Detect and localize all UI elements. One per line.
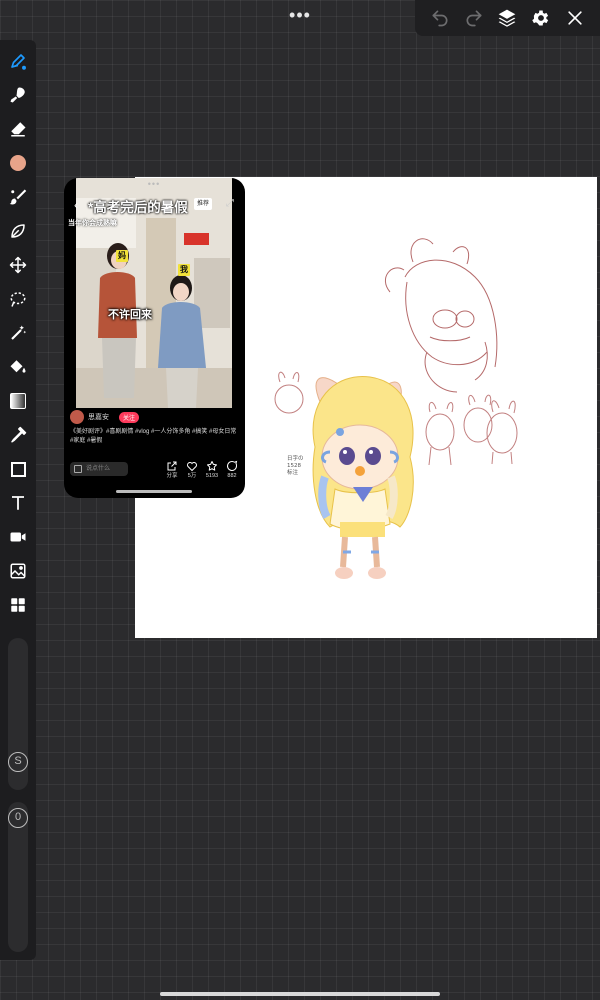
magic-wand-icon xyxy=(11,325,27,340)
leaf-icon xyxy=(11,224,25,238)
sketch-note-line: 1528 xyxy=(287,463,301,469)
more-menu-button[interactable]: ••• xyxy=(284,6,316,24)
video-description: 《美好剧评》#喜剧剧情 #vlog #一人分饰多角 #搞笑 #母女日常 #家庭 … xyxy=(70,429,237,444)
lasso-tool[interactable] xyxy=(5,286,31,312)
sketch-note-line: 日字の xyxy=(287,454,304,462)
smudge-icon xyxy=(10,87,25,103)
expand-icon[interactable]: ⤢ xyxy=(226,198,234,209)
comment-count: 882 xyxy=(227,473,237,479)
comment-icon xyxy=(227,460,238,471)
text-icon xyxy=(12,496,24,510)
opacity-slider-label: 0 xyxy=(8,808,28,828)
video-tag: 推荐 xyxy=(194,198,212,210)
sketch-note-line: 标注 xyxy=(287,468,299,476)
fill-tool[interactable] xyxy=(5,354,31,380)
grid-icon xyxy=(11,598,25,612)
share-icon xyxy=(167,461,177,471)
author-name[interactable]: 思嘉安 xyxy=(88,412,109,422)
favorite-button[interactable]: 5193 xyxy=(202,460,222,480)
image-icon xyxy=(10,563,26,579)
eraser-tool[interactable] xyxy=(5,116,31,142)
star-icon xyxy=(207,461,217,471)
video-tool[interactable] xyxy=(5,524,31,550)
transform-tool[interactable] xyxy=(5,252,31,278)
like-count: 5万 xyxy=(187,473,197,479)
gear-icon[interactable] xyxy=(529,6,553,30)
size-slider-label: S xyxy=(8,752,28,772)
sketch-main-character xyxy=(312,375,414,579)
home-indicator[interactable] xyxy=(160,992,440,996)
tool-sidebar: S 0 xyxy=(0,40,36,960)
move-arrows-icon xyxy=(9,256,27,274)
video-title: *高考完后的暑假 xyxy=(88,200,188,215)
follow-button[interactable]: 关注 xyxy=(119,411,140,423)
edit-icon xyxy=(74,465,82,473)
eyedropper-icon xyxy=(11,426,27,443)
action-bar: 分享 5万 5193 882 xyxy=(162,460,242,480)
video-camera-icon xyxy=(10,532,26,542)
comment-input[interactable]: 说点什么 xyxy=(70,462,128,476)
smudge-tool[interactable] xyxy=(5,82,31,108)
label-badge-me: 我 xyxy=(178,264,190,276)
layers-icon[interactable] xyxy=(495,6,519,30)
label-badge-mom: 妈 xyxy=(116,250,128,262)
undo-icon[interactable] xyxy=(428,6,452,30)
top-toolbar xyxy=(415,0,600,36)
pip-drag-handle[interactable]: ••• xyxy=(142,180,166,189)
pip-home-indicator xyxy=(116,490,192,493)
share-label: 分享 xyxy=(166,473,178,479)
text-tool[interactable] xyxy=(5,490,31,516)
redo-icon[interactable] xyxy=(462,6,486,30)
lasso-icon xyxy=(10,292,26,307)
comment-placeholder: 说点什么 xyxy=(86,466,111,472)
favorite-count: 5193 xyxy=(205,473,219,479)
square-icon xyxy=(10,461,26,477)
image-tool[interactable] xyxy=(5,558,31,584)
like-button[interactable]: 5万 xyxy=(182,460,202,480)
blend-tool[interactable] xyxy=(5,218,31,244)
author-row: 思嘉安 关注 xyxy=(70,410,140,424)
eraser-icon xyxy=(11,122,26,137)
color-tool[interactable] xyxy=(5,150,31,176)
color-swatch-icon xyxy=(10,155,26,171)
shape-tool[interactable] xyxy=(5,456,31,482)
share-button[interactable]: 分享 xyxy=(162,460,182,480)
heart-icon xyxy=(187,462,197,472)
video-pip-window[interactable]: ••• ‹ *高考完后的暑假 推荐 ⤢ 当年你会成熟嘛 妈 我 不许回来 思嘉安… xyxy=(64,178,245,498)
sketch-note: 日字の 1528 标注 xyxy=(287,454,304,476)
gradient-tool[interactable] xyxy=(5,388,31,414)
eyedropper-tool[interactable] xyxy=(5,422,31,448)
brush-icon xyxy=(9,189,27,205)
back-icon[interactable]: ‹ xyxy=(74,198,78,212)
video-caption: 不许回来 xyxy=(108,309,152,321)
pen-tool[interactable] xyxy=(5,48,31,74)
close-icon[interactable] xyxy=(563,6,587,30)
magic-wand-tool[interactable] xyxy=(5,320,31,346)
paint-bucket-icon xyxy=(10,360,26,373)
gradient-icon xyxy=(10,393,26,409)
sketch-head-top xyxy=(384,238,498,393)
more-tools[interactable] xyxy=(5,592,31,618)
brush-tool[interactable] xyxy=(5,184,31,210)
comment-button[interactable]: 882 xyxy=(222,460,242,480)
pen-icon xyxy=(11,54,26,70)
video-subtitle: 当年你会成熟嘛 xyxy=(68,220,117,227)
avatar[interactable] xyxy=(70,410,84,424)
